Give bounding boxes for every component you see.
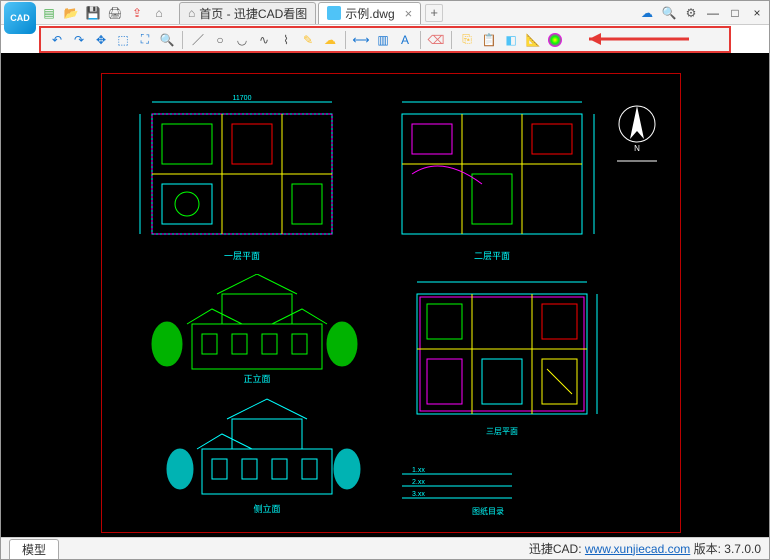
3d-view-button[interactable]: ◧ [501,30,521,50]
tabstrip: ⌂ 首页 - 迅捷CAD看图 示例.dwg × + [179,1,443,25]
svg-text:11700: 11700 [233,95,252,102]
new-file-icon[interactable]: ▤ [41,5,57,21]
svg-text:侧立面: 侧立面 [253,503,280,514]
arc-tool-button[interactable]: ◡ [232,30,252,50]
svg-text:三层平面: 三层平面 [486,427,518,436]
color-wheel-button[interactable] [545,30,565,50]
zoom-extents-button[interactable]: ⛶ [135,30,155,50]
svg-text:一层平面: 一层平面 [224,251,260,261]
layer-button[interactable]: ▥ [373,30,393,50]
undo-button[interactable]: ↶ [47,30,67,50]
edit-tool-button[interactable]: ✎ [298,30,318,50]
tab-home-label: 首页 - 迅捷CAD看图 [199,5,307,22]
home-icon[interactable]: ⌂ [151,5,167,21]
toolbar-separator [451,31,452,49]
drawing-frame: 一层平面 11700 二层平面 [101,73,681,533]
drawing-canvas[interactable]: 一层平面 11700 二层平面 [1,53,769,537]
version-value: 3.7.0.0 [724,542,761,556]
dimension-button[interactable]: ⟷ [351,30,371,50]
redo-button[interactable]: ↷ [69,30,89,50]
app-window: CAD ▤ 📂 💾 🖨 ⇪ ⌂ ⌂ 首页 - 迅捷CAD看图 示例.dwg × … [0,0,770,560]
measure-button[interactable]: 📐 [523,30,543,50]
eraser-button[interactable]: ⌫ [426,30,446,50]
spline-tool-button[interactable]: ∿ [254,30,274,50]
cloud-icon[interactable]: ☁ [639,5,655,21]
drawing-schedule: 1.xx 2.xx 3.xx 图纸目录 [402,464,652,519]
statusbar: 模型 迅捷CAD: www.xunjiecad.com 版本: 3.7.0.0 [1,537,769,559]
app-logo: CAD [4,2,36,34]
brand-url-link[interactable]: www.xunjiecad.com [585,542,690,556]
model-tab[interactable]: 模型 [9,539,59,559]
north-arrow: N [612,99,662,169]
zoom-in-button[interactable]: 🔍 [157,30,177,50]
menubar-right: ☁ 🔍 ⚙ — □ × [639,5,765,21]
floor-plan-2: 二层平面 [382,94,602,264]
elevation-2: 侧立面 [162,394,362,514]
dwg-icon [327,6,341,20]
toolbar-separator [420,31,421,49]
version-label: 版本: [694,540,721,557]
revcloud-tool-button[interactable]: ☁ [320,30,340,50]
svg-text:3.xx: 3.xx [412,491,425,498]
menubar-left: ▤ 📂 💾 🖨 ⇪ ⌂ [41,5,167,21]
export-icon[interactable]: ⇪ [129,5,145,21]
open-folder-icon[interactable]: 📂 [63,5,79,21]
tab-doc-label: 示例.dwg [345,5,394,22]
svg-text:N: N [634,144,640,153]
svg-text:1.xx: 1.xx [412,467,425,474]
pan-button[interactable]: ✥ [91,30,111,50]
circle-tool-button[interactable]: ○ [210,30,230,50]
settings-icon[interactable]: ⚙ [683,5,699,21]
svg-text:正立面: 正立面 [243,373,270,384]
close-icon[interactable]: × [749,5,765,21]
maximize-icon[interactable]: □ [727,5,743,21]
tab-document[interactable]: 示例.dwg × [318,2,421,24]
tab-close-icon[interactable]: × [405,6,413,21]
callout-arrow-icon [579,29,699,49]
copy-button[interactable]: ⎘ [457,30,477,50]
zoom-window-button[interactable]: ⬚ [113,30,133,50]
svg-text:图纸目录: 图纸目录 [472,506,504,516]
toolbar-separator [345,31,346,49]
floor-plan-3: 三层平面 [402,274,602,444]
elevation-1: 正立面 [142,274,362,384]
toolbar-separator [182,31,183,49]
toolbar-container: ↶ ↷ ✥ ⬚ ⛶ 🔍 ／ ○ ◡ ∿ ⌇ ✎ ☁ ⟷ ▥ A ⌫ ⎘ 📋 ◧ … [1,25,769,53]
paste-button[interactable]: 📋 [479,30,499,50]
floor-plan-1: 一层平面 11700 [132,94,352,264]
menubar: ▤ 📂 💾 🖨 ⇪ ⌂ ⌂ 首页 - 迅捷CAD看图 示例.dwg × + ☁ … [1,1,769,25]
save-icon[interactable]: 💾 [85,5,101,21]
new-tab-button[interactable]: + [425,4,443,22]
svg-text:2.xx: 2.xx [412,479,425,486]
brand-label: 迅捷CAD: [529,540,582,557]
line-tool-button[interactable]: ／ [188,30,208,50]
print-icon[interactable]: 🖨 [107,5,123,21]
minimize-icon[interactable]: — [705,5,721,21]
tab-home[interactable]: ⌂ 首页 - 迅捷CAD看图 [179,2,316,24]
svg-text:二层平面: 二层平面 [474,251,510,261]
zoom-icon[interactable]: 🔍 [661,5,677,21]
polyline-tool-button[interactable]: ⌇ [276,30,296,50]
text-button[interactable]: A [395,30,415,50]
